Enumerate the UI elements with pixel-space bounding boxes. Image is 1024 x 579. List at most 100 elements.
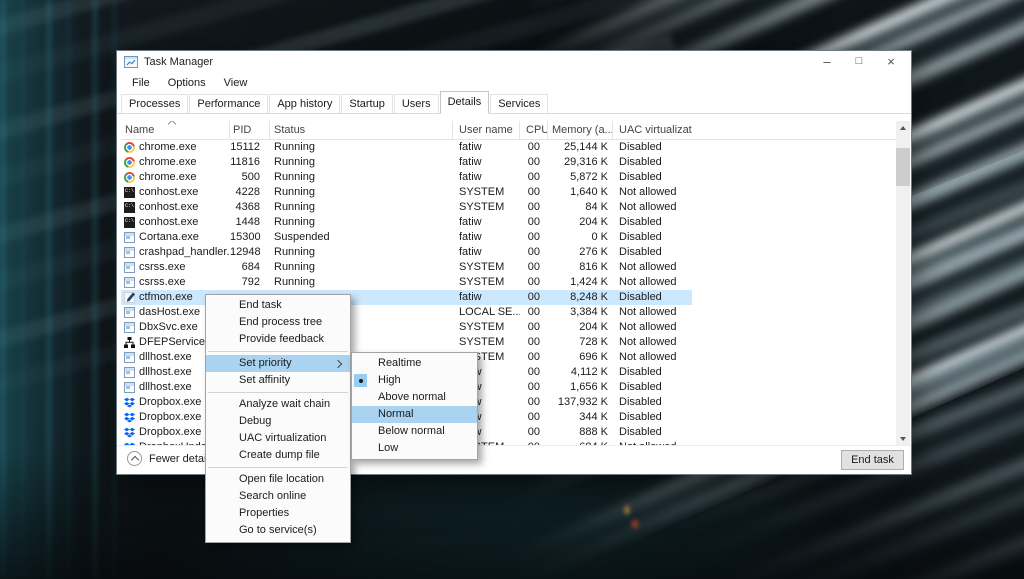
title-bar[interactable]: Task Manager – □ ×	[117, 51, 911, 73]
close-button[interactable]: ×	[875, 51, 907, 73]
column-header-pid[interactable]: PID	[230, 121, 270, 139]
cell-memory: 888 K	[548, 425, 613, 440]
tab-startup[interactable]: Startup	[341, 94, 392, 113]
tab-performance[interactable]: Performance	[189, 94, 268, 113]
cell-memory: 8,248 K	[548, 290, 613, 305]
tab-app-history[interactable]: App history	[269, 94, 340, 113]
column-header-cpu[interactable]: CPU	[520, 121, 548, 139]
cell-uac-virtualization: Disabled	[613, 395, 692, 410]
tab-users[interactable]: Users	[394, 94, 439, 113]
sort-ascending-icon	[168, 121, 176, 128]
cell-uac-virtualization: Disabled	[613, 155, 692, 170]
app-icon	[124, 367, 135, 378]
priority-option-high[interactable]: High	[352, 372, 477, 389]
cell-status: Running	[270, 185, 453, 200]
cell-uac-virtualization: Disabled	[613, 170, 692, 185]
cell-pid: 15112	[230, 140, 270, 155]
cell-name: csrss.exe	[121, 275, 230, 290]
scrollbar-thumb[interactable]	[896, 148, 910, 186]
window-title: Task Manager	[144, 56, 213, 68]
column-header-user-name[interactable]: User name	[453, 121, 520, 139]
table-row[interactable]: chrome.exe11816Runningfatiw0029,316 KDis…	[121, 155, 692, 170]
menu-separator	[208, 467, 348, 468]
cell-uac-virtualization: Disabled	[613, 230, 692, 245]
cell-status: Suspended	[270, 230, 453, 245]
background-figure-highlight	[629, 517, 641, 531]
context-menu: End taskEnd process treeProvide feedback…	[205, 294, 351, 543]
context-menu-item-set-priority[interactable]: Set priority	[206, 355, 350, 372]
cell-name: Cortana.exe	[121, 230, 230, 245]
context-menu-item-create-dump-file[interactable]: Create dump file	[206, 447, 350, 464]
cell-cpu: 00	[520, 140, 548, 155]
cell-user-name: fatiw	[453, 215, 520, 230]
context-menu-item-provide-feedback[interactable]: Provide feedback	[206, 331, 350, 348]
column-header-label: Memory (a...	[552, 124, 613, 136]
table-row[interactable]: conhost.exe4228RunningSYSTEM001,640 KNot…	[121, 185, 692, 200]
menubar-item-file[interactable]: File	[123, 73, 159, 93]
column-header-uac-virtualizat-[interactable]: UAC virtualizat...	[613, 121, 692, 139]
context-menu-item-properties[interactable]: Properties	[206, 505, 350, 522]
menubar-item-options[interactable]: Options	[159, 73, 215, 93]
scroll-down-button[interactable]	[896, 432, 910, 446]
chevron-up-circle-icon	[127, 451, 142, 466]
column-header-status[interactable]: Status	[270, 121, 453, 139]
priority-option-above-normal[interactable]: Above normal	[352, 389, 477, 406]
cell-cpu: 00	[520, 230, 548, 245]
context-menu-item-debug[interactable]: Debug	[206, 413, 350, 430]
process-name: dllhost.exe	[139, 380, 192, 395]
cell-cpu: 00	[520, 335, 548, 350]
cell-cpu: 00	[520, 200, 548, 215]
context-menu-item-uac-virtualization[interactable]: UAC virtualization	[206, 430, 350, 447]
cell-uac-virtualization: Not allowed	[613, 200, 692, 215]
context-menu-item-end-process-tree[interactable]: End process tree	[206, 314, 350, 331]
table-row[interactable]: csrss.exe792RunningSYSTEM001,424 KNot al…	[121, 275, 692, 290]
cell-pid: 1448	[230, 215, 270, 230]
cell-cpu: 00	[520, 305, 548, 320]
process-name: dllhost.exe	[139, 350, 192, 365]
table-row[interactable]: conhost.exe4368RunningSYSTEM0084 KNot al…	[121, 200, 692, 215]
priority-option-low[interactable]: Low	[352, 440, 477, 457]
table-row[interactable]: crashpad_handler.exe12948Runningfatiw002…	[121, 245, 692, 260]
context-menu-item-search-online[interactable]: Search online	[206, 488, 350, 505]
app-icon	[124, 247, 135, 258]
process-name: ctfmon.exe	[139, 290, 193, 305]
cell-user-name: SYSTEM	[453, 320, 520, 335]
context-menu-item-end-task[interactable]: End task	[206, 297, 350, 314]
column-header-name[interactable]: Name	[121, 121, 230, 139]
table-row[interactable]: csrss.exe684RunningSYSTEM00816 KNot allo…	[121, 260, 692, 275]
column-header-memory-a-[interactable]: Memory (a...	[548, 121, 613, 139]
cell-uac-virtualization: Not allowed	[613, 350, 692, 365]
end-task-button[interactable]: End task	[841, 450, 904, 470]
process-name: crashpad_handler.exe	[139, 245, 230, 260]
table-row[interactable]: conhost.exe1448Runningfatiw00204 KDisabl…	[121, 215, 692, 230]
cell-user-name: SYSTEM	[453, 185, 520, 200]
maximize-button[interactable]: □	[843, 51, 875, 73]
cell-uac-virtualization: Not allowed	[613, 275, 692, 290]
context-menu-item-go-to-service-s-[interactable]: Go to service(s)	[206, 522, 350, 539]
tab-services[interactable]: Services	[490, 94, 548, 113]
vertical-scrollbar[interactable]	[896, 121, 910, 446]
context-menu-item-open-file-location[interactable]: Open file location	[206, 471, 350, 488]
table-row[interactable]: chrome.exe15112Runningfatiw0025,144 KDis…	[121, 140, 692, 155]
priority-option-below-normal[interactable]: Below normal	[352, 423, 477, 440]
cell-status: Running	[270, 275, 453, 290]
table-row[interactable]: chrome.exe500Runningfatiw005,872 KDisabl…	[121, 170, 692, 185]
context-menu-item-analyze-wait-chain[interactable]: Analyze wait chain	[206, 396, 350, 413]
cell-name: chrome.exe	[121, 170, 230, 185]
priority-option-realtime[interactable]: Realtime	[352, 355, 477, 372]
task-manager-app-icon	[124, 55, 138, 69]
tab-details[interactable]: Details	[440, 91, 490, 114]
scroll-up-button[interactable]	[896, 121, 910, 135]
cell-memory: 204 K	[548, 215, 613, 230]
tab-processes[interactable]: Processes	[121, 94, 188, 113]
context-menu-item-set-affinity[interactable]: Set affinity	[206, 372, 350, 389]
app-icon	[124, 382, 135, 393]
priority-option-normal[interactable]: Normal	[352, 406, 477, 423]
menubar-item-view[interactable]: View	[215, 73, 257, 93]
table-row[interactable]: Cortana.exe15300Suspendedfatiw000 KDisab…	[121, 230, 692, 245]
cell-cpu: 00	[520, 290, 548, 305]
minimize-button[interactable]: –	[811, 51, 843, 73]
fewer-details-toggle[interactable]: Fewer details	[127, 451, 214, 466]
column-header-label: CPU	[526, 124, 548, 136]
radio-selected-icon	[354, 374, 367, 387]
